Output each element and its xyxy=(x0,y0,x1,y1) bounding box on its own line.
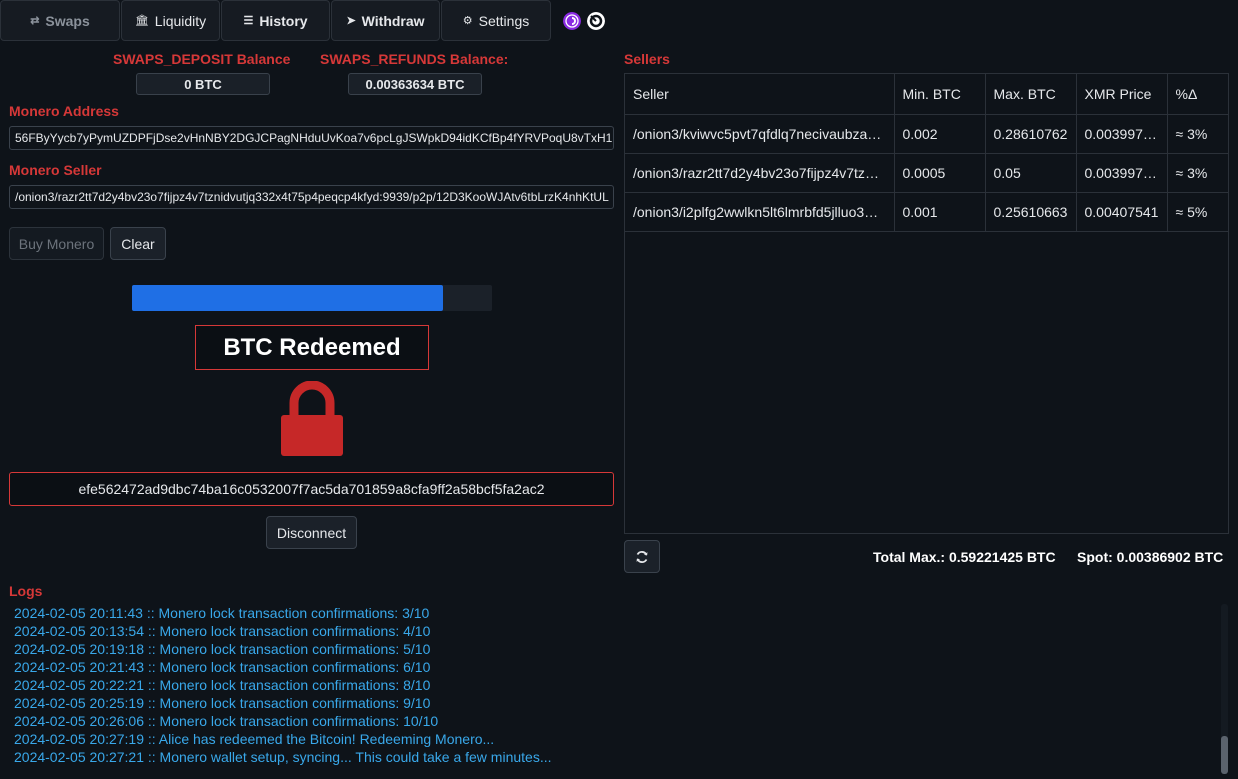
transaction-id: efe562472ad9dbc74ba16c0532007f7ac5da7018… xyxy=(9,472,614,506)
monero-seller-label: Monero Seller xyxy=(9,162,102,178)
connection-icon xyxy=(587,12,605,30)
max-btc: 0.25610663 xyxy=(985,192,1077,232)
log-line: 2024-02-05 20:22:21 :: Monero lock trans… xyxy=(14,677,431,693)
tab-history[interactable]: ☰ History xyxy=(221,0,330,41)
log-panel[interactable]: 2024-02-05 20:11:43 :: Monero lock trans… xyxy=(9,604,1219,774)
log-line: 2024-02-05 20:25:19 :: Monero lock trans… xyxy=(14,695,431,711)
col-min-btc[interactable]: Min. BTC xyxy=(894,74,986,115)
total-max: Total Max.: 0.59221425 BTC xyxy=(873,549,1056,565)
table-row[interactable]: /onion3/kviwvc5pvt7qfdlq7necivaubzaxh… 0… xyxy=(625,114,1229,154)
refresh-icon xyxy=(636,550,648,563)
monero-address-input[interactable]: 56FByYycb7yPymUZDPFjDse2vHnNBY2DGJCPagNH… xyxy=(9,126,614,150)
clear-button[interactable]: Clear xyxy=(110,227,166,260)
tab-label: Settings xyxy=(478,12,530,29)
log-line: 2024-02-05 20:11:43 :: Monero lock trans… xyxy=(14,605,430,621)
refunds-balance-value: 0.00363634 BTC xyxy=(348,73,482,95)
percent-delta: ≈ 3% xyxy=(1167,114,1229,154)
bank-icon: 🏛 xyxy=(134,15,149,27)
deposit-balance-label: SWAPS_DEPOSIT Balance xyxy=(113,51,291,67)
tab-withdraw[interactable]: ➤ Withdraw xyxy=(331,0,440,41)
lock-icon xyxy=(281,381,343,456)
disconnect-button[interactable]: Disconnect xyxy=(266,516,357,549)
tab-swaps[interactable]: ⇄ Swaps xyxy=(0,0,120,41)
logs-label: Logs xyxy=(9,583,43,599)
min-btc: 0.001 xyxy=(894,192,986,232)
table-row[interactable]: /onion3/i2plfg2wwlkn5lt6lmrbfd5jlluo32… … xyxy=(625,192,1229,232)
max-btc: 0.05 xyxy=(985,153,1077,193)
col-max-btc[interactable]: Max. BTC xyxy=(985,74,1077,115)
log-line: 2024-02-05 20:19:18 :: Monero lock trans… xyxy=(14,641,431,657)
min-btc: 0.002 xyxy=(894,114,986,154)
send-icon: ➤ xyxy=(346,15,356,27)
xmr-price: 0.00407541 xyxy=(1076,192,1168,232)
seller-address: /onion3/kviwvc5pvt7qfdlq7necivaubzaxh… xyxy=(625,114,895,154)
table-row[interactable]: /onion3/razr2tt7d2y4bv23o7fijpz4v7tzni… … xyxy=(625,153,1229,193)
monero-address-label: Monero Address xyxy=(9,103,119,119)
tor-icon xyxy=(563,12,581,30)
min-btc: 0.0005 xyxy=(894,153,986,193)
list-icon: ☰ xyxy=(243,15,254,27)
log-line: 2024-02-05 20:27:19 :: Alice has redeeme… xyxy=(14,731,495,747)
refunds-balance-label: SWAPS_REFUNDS Balance: xyxy=(320,51,509,67)
monero-seller-input[interactable]: /onion3/razr2tt7d2y4bv23o7fijpz4v7tznidv… xyxy=(9,185,614,209)
col-percent-delta[interactable]: %Δ xyxy=(1167,74,1229,115)
tab-label: Withdraw xyxy=(361,12,425,29)
swap-progress-fill xyxy=(132,285,444,311)
tab-liquidity[interactable]: 🏛 Liquidity xyxy=(121,0,220,41)
xmr-price: 0.003997… xyxy=(1076,114,1168,154)
deposit-balance-value: 0 BTC xyxy=(136,73,270,95)
top-nav: ⇄ Swaps 🏛 Liquidity ☰ History ➤ Withdraw… xyxy=(0,0,552,42)
spot-price: Spot: 0.00386902 BTC xyxy=(1077,549,1224,565)
seller-address: /onion3/i2plfg2wwlkn5lt6lmrbfd5jlluo32… xyxy=(625,192,895,232)
col-seller[interactable]: Seller xyxy=(625,74,895,115)
log-scrollbar-thumb[interactable] xyxy=(1221,736,1228,774)
percent-delta: ≈ 5% xyxy=(1167,192,1229,232)
col-xmr-price[interactable]: XMR Price xyxy=(1076,74,1168,115)
percent-delta: ≈ 3% xyxy=(1167,153,1229,193)
log-line: 2024-02-05 20:21:43 :: Monero lock trans… xyxy=(14,659,431,675)
tab-label: History xyxy=(259,12,308,29)
tab-settings[interactable]: ⚙ Settings xyxy=(441,0,551,41)
seller-address: /onion3/razr2tt7d2y4bv23o7fijpz4v7tzni… xyxy=(625,153,895,193)
swap-progress-bar xyxy=(132,285,492,311)
log-scrollbar[interactable] xyxy=(1221,604,1228,774)
xmr-price: 0.003997… xyxy=(1076,153,1168,193)
swap-status-badge: BTC Redeemed xyxy=(195,325,429,370)
gear-icon: ⚙ xyxy=(462,15,473,27)
tab-label: Liquidity xyxy=(154,12,207,29)
tab-label: Swaps xyxy=(45,12,90,29)
table-header-row: Seller Min. BTC Max. BTC XMR Price %Δ xyxy=(625,74,1229,115)
log-line: 2024-02-05 20:26:06 :: Monero lock trans… xyxy=(14,713,439,729)
log-line: 2024-02-05 20:27:21 :: Monero wallet set… xyxy=(14,749,552,765)
log-line: 2024-02-05 20:13:54 :: Monero lock trans… xyxy=(14,623,431,639)
refresh-button[interactable] xyxy=(624,540,660,573)
sellers-title: Sellers xyxy=(624,51,670,67)
swap-icon: ⇄ xyxy=(30,15,40,27)
buy-monero-button[interactable]: Buy Monero xyxy=(9,227,104,260)
max-btc: 0.28610762 xyxy=(985,114,1077,154)
sellers-table: Seller Min. BTC Max. BTC XMR Price %Δ /o… xyxy=(624,73,1229,534)
